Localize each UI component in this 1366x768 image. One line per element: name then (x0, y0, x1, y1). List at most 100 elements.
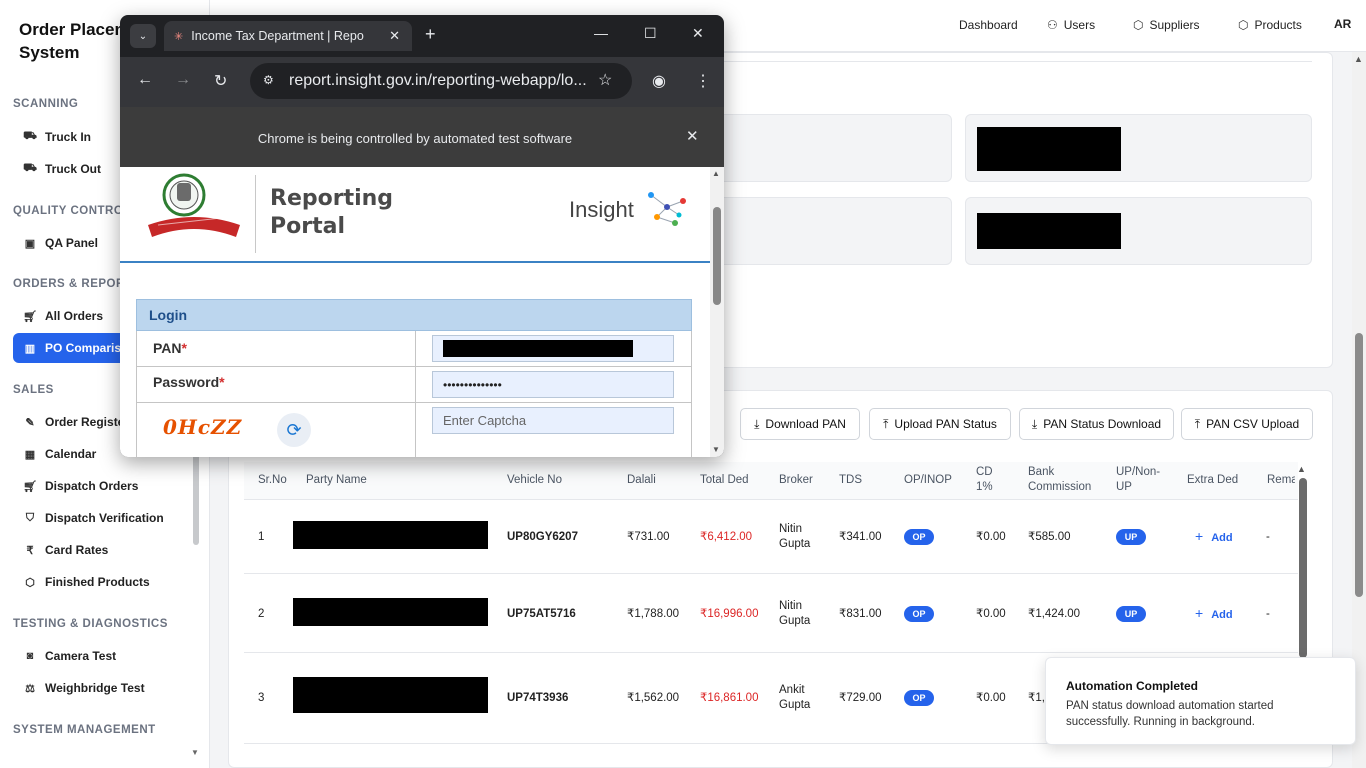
toast-message: PAN status download automation started s… (1066, 700, 1274, 728)
op-badge: OP (904, 690, 934, 706)
password-input[interactable]: •••••••••••••• (432, 371, 674, 398)
cell-total-ded: ₹6,412.00 (700, 531, 753, 543)
bookmark-star-icon[interactable]: ☆ (598, 70, 612, 90)
table-scrollbar[interactable] (1299, 478, 1307, 658)
nav-products[interactable]: ⬡ Products (1238, 18, 1302, 32)
col-bank-commission: Bank Commission (1028, 466, 1092, 493)
cell-bank: ₹1,424.00 (1028, 608, 1081, 620)
redacted-party-name (293, 598, 488, 626)
upload-pan-status-button[interactable]: ⤒ Upload PAN Status (869, 408, 1011, 440)
camera-icon: ◙ (26, 650, 34, 662)
close-tab-icon[interactable]: ✕ (389, 28, 400, 44)
nav-users[interactable]: ⚇ Users (1047, 18, 1095, 32)
browser-tab[interactable]: ✳ Income Tax Department | Repo ✕ (164, 21, 412, 51)
cell-remark: - (1266, 531, 1270, 543)
portal-title: Reporting Portal (270, 186, 394, 239)
up-badge: UP (1116, 529, 1146, 545)
section-sales: SALES (13, 384, 54, 396)
cell-broker: Nitin Gupta (779, 600, 811, 627)
sidebar-item-weighbridge-test[interactable]: ⚖ Weighbridge Test (13, 673, 198, 703)
avatar[interactable]: AR (1334, 17, 1351, 31)
section-scanning: SCANNING (13, 98, 79, 110)
scroll-down-icon[interactable]: ▼ (712, 445, 720, 454)
col-broker: Broker (779, 474, 813, 486)
op-badge: OP (904, 606, 934, 622)
cell-bank: ₹585.00 (1028, 531, 1071, 543)
page-scrollbar[interactable]: ▲ ▼ (710, 167, 724, 457)
insight-logo: Insight (569, 197, 634, 222)
redacted-block (977, 127, 1121, 171)
maximize-icon[interactable]: ☐ (644, 25, 657, 42)
sidebar-item-dispatch-verification[interactable]: ⛉ Dispatch Verification (13, 503, 198, 533)
section-testing: TESTING & DIAGNOSTICS (13, 618, 168, 630)
col-cd: CD 1% (976, 466, 993, 493)
sidebar-item-finished-products[interactable]: ⬡ Finished Products (13, 567, 198, 597)
back-icon[interactable]: ← (137, 71, 153, 89)
toast-title: Automation Completed (1066, 679, 1198, 693)
automation-infobar: Chrome is being controlled by automated … (120, 107, 724, 167)
menu-kebab-icon[interactable]: ⋮ (695, 71, 711, 91)
cell-broker: Nitin Gupta (779, 523, 811, 550)
add-extra-ded-button[interactable]: + Add (1195, 528, 1233, 544)
clipboard-icon: ▣ (24, 237, 36, 250)
sidebar-item-camera-test[interactable]: ◙ Camera Test (13, 641, 198, 671)
redacted-block (977, 213, 1121, 249)
captcha-input[interactable]: Enter Captcha (432, 407, 674, 434)
profile-icon[interactable]: ◉ (652, 71, 666, 91)
scale-icon: ⚖ (25, 682, 35, 695)
pan-csv-upload-button[interactable]: ⤒ PAN CSV Upload (1181, 408, 1313, 440)
up-badge: UP (1116, 606, 1146, 622)
scroll-down-icon[interactable]: ▼ (191, 748, 199, 757)
address-bar[interactable]: ⚙ report.insight.gov.in/reporting-webapp… (250, 63, 632, 99)
pan-label: PAN* (153, 340, 187, 356)
upload-icon: ⤒ (1194, 416, 1201, 431)
password-row: Password* •••••••••••••• (136, 367, 692, 403)
sidebar-item-dispatch-orders[interactable]: 🛒︎ Dispatch Orders (13, 471, 198, 501)
col-total-ded: Total Ded (700, 474, 749, 486)
cell-cd: ₹0.00 (976, 608, 1006, 620)
nav-suppliers[interactable]: ⬡ Suppliers (1133, 18, 1200, 32)
col-remarks: Rema (1267, 474, 1295, 486)
rupee-icon: ₹ (26, 544, 34, 557)
close-infobar-icon[interactable]: ✕ (686, 127, 699, 145)
plus-icon: + (1195, 605, 1204, 621)
col-vehicle-no: Vehicle No (507, 474, 562, 486)
refresh-captcha-icon[interactable]: ⟳ (277, 413, 311, 447)
users-icon: ⚇ (1047, 18, 1058, 32)
download-pan-button[interactable]: ⤓ Download PAN (740, 408, 860, 440)
captcha-image: 0HcZZ (163, 415, 243, 439)
add-extra-ded-button[interactable]: + Add (1195, 605, 1233, 621)
cell-remark: - (1266, 608, 1270, 620)
cell-dalali: ₹1,562.00 (627, 692, 680, 704)
calendar-icon: ▦ (24, 448, 36, 461)
page-scroll-up-icon[interactable]: ▲ (1354, 54, 1363, 64)
site-info-icon[interactable]: ⚙ (263, 73, 274, 87)
pan-input[interactable] (432, 335, 674, 362)
scroll-up-icon[interactable]: ▲ (712, 169, 720, 178)
new-tab-icon[interactable]: + (425, 24, 436, 45)
sidebar-item-card-rates[interactable]: ₹ Card Rates (13, 535, 198, 565)
income-tax-emblem-icon (148, 173, 240, 237)
box-icon: ⬡ (25, 576, 35, 589)
cell-tds: ₹729.00 (839, 692, 882, 704)
cell-vehicle: UP80GY6207 (507, 531, 578, 543)
reporting-portal-page: Reporting Portal Insight Login PAN* Passw… (120, 167, 710, 457)
col-extra-ded: Extra Ded (1187, 474, 1239, 486)
forward-icon[interactable]: → (175, 71, 191, 89)
page-scrollbar[interactable] (1355, 333, 1363, 597)
cart-icon: 🛒︎ (23, 480, 37, 493)
tab-search-button[interactable]: ⌄ (130, 24, 156, 48)
minimize-icon[interactable]: — (594, 25, 608, 41)
reload-icon[interactable]: ↻ (214, 71, 227, 91)
captcha-row: 0HcZZ ⟳ Enter Captcha (136, 403, 692, 457)
summary-tile (700, 114, 952, 182)
nav-dashboard[interactable]: Dashboard (959, 18, 1018, 32)
cell-sr: 2 (258, 608, 265, 620)
table-scroll-up-icon[interactable]: ▲ (1297, 464, 1306, 474)
pan-status-download-button[interactable]: ⤓ PAN Status Download (1019, 408, 1174, 440)
pan-row: PAN* (136, 331, 692, 367)
cell-vehicle: UP74T3936 (507, 692, 569, 704)
col-tds: TDS (839, 474, 862, 486)
close-window-icon[interactable]: ✕ (692, 25, 704, 42)
truck-icon: ⛟ (23, 130, 37, 142)
